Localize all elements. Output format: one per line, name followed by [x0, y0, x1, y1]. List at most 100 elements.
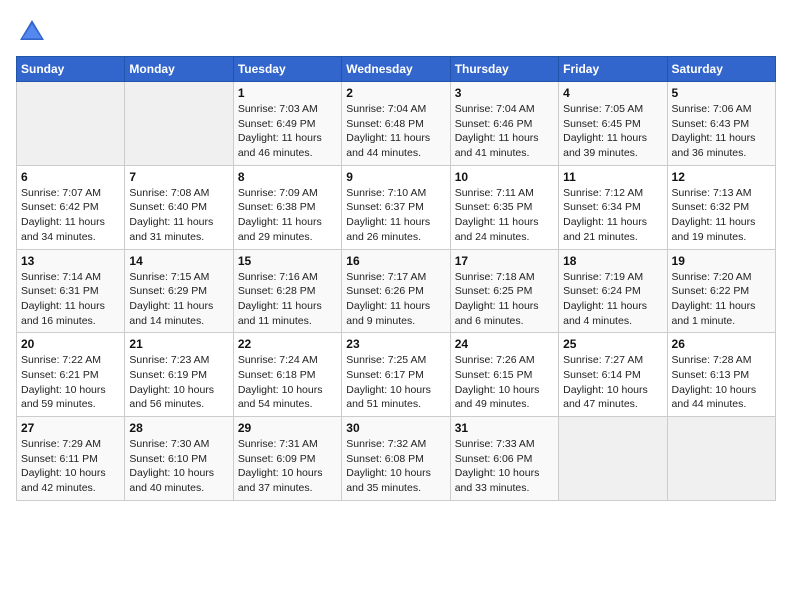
- calendar-cell: 14 Sunrise: 7:15 AMSunset: 6:29 PMDayligh…: [125, 249, 233, 333]
- calendar-cell: [667, 417, 775, 501]
- calendar-cell: 17 Sunrise: 7:18 AMSunset: 6:25 PMDayligh…: [450, 249, 558, 333]
- calendar-cell: 13 Sunrise: 7:14 AMSunset: 6:31 PMDayligh…: [17, 249, 125, 333]
- day-info: Sunrise: 7:29 AMSunset: 6:11 PMDaylight:…: [21, 437, 120, 496]
- calendar-cell: 23 Sunrise: 7:25 AMSunset: 6:17 PMDayligh…: [342, 333, 450, 417]
- day-number: 21: [129, 337, 228, 351]
- day-number: 7: [129, 170, 228, 184]
- page-header: [16, 16, 776, 48]
- day-info: Sunrise: 7:14 AMSunset: 6:31 PMDaylight:…: [21, 270, 120, 329]
- day-number: 2: [346, 86, 445, 100]
- day-number: 11: [563, 170, 662, 184]
- calendar-cell: 28 Sunrise: 7:30 AMSunset: 6:10 PMDayligh…: [125, 417, 233, 501]
- calendar-cell: 31 Sunrise: 7:33 AMSunset: 6:06 PMDayligh…: [450, 417, 558, 501]
- day-number: 12: [672, 170, 771, 184]
- calendar-cell: 18 Sunrise: 7:19 AMSunset: 6:24 PMDayligh…: [559, 249, 667, 333]
- calendar-cell: 6 Sunrise: 7:07 AMSunset: 6:42 PMDaylight…: [17, 165, 125, 249]
- calendar-cell: 4 Sunrise: 7:05 AMSunset: 6:45 PMDaylight…: [559, 82, 667, 166]
- day-info: Sunrise: 7:26 AMSunset: 6:15 PMDaylight:…: [455, 353, 554, 412]
- calendar-cell: 29 Sunrise: 7:31 AMSunset: 6:09 PMDayligh…: [233, 417, 341, 501]
- day-info: Sunrise: 7:03 AMSunset: 6:49 PMDaylight:…: [238, 102, 337, 161]
- day-number: 29: [238, 421, 337, 435]
- day-number: 10: [455, 170, 554, 184]
- calendar-cell: 22Sunrise: 7:24 AMSunset: 6:18 PMDayligh…: [233, 333, 341, 417]
- calendar-cell: 21Sunrise: 7:23 AMSunset: 6:19 PMDayligh…: [125, 333, 233, 417]
- day-number: 5: [672, 86, 771, 100]
- calendar-cell: 5 Sunrise: 7:06 AMSunset: 6:43 PMDaylight…: [667, 82, 775, 166]
- day-info: Sunrise: 7:04 AMSunset: 6:48 PMDaylight:…: [346, 102, 445, 161]
- day-number: 26: [672, 337, 771, 351]
- day-number: 9: [346, 170, 445, 184]
- logo-icon: [16, 16, 48, 48]
- calendar-cell: 16Sunrise: 7:17 AMSunset: 6:26 PMDayligh…: [342, 249, 450, 333]
- column-header-thursday: Thursday: [450, 57, 558, 82]
- calendar-cell: 30 Sunrise: 7:32 AMSunset: 6:08 PMDayligh…: [342, 417, 450, 501]
- calendar-cell: 11 Sunrise: 7:12 AMSunset: 6:34 PMDayligh…: [559, 165, 667, 249]
- day-info: Sunrise: 7:11 AMSunset: 6:35 PMDaylight:…: [455, 186, 554, 245]
- day-info: Sunrise: 7:32 AMSunset: 6:08 PMDaylight:…: [346, 437, 445, 496]
- day-number: 31: [455, 421, 554, 435]
- day-number: 24: [455, 337, 554, 351]
- column-header-saturday: Saturday: [667, 57, 775, 82]
- column-header-wednesday: Wednesday: [342, 57, 450, 82]
- column-header-tuesday: Tuesday: [233, 57, 341, 82]
- calendar-cell: 27 Sunrise: 7:29 AMSunset: 6:11 PMDayligh…: [17, 417, 125, 501]
- day-info: Sunrise: 7:13 AMSunset: 6:32 PMDaylight:…: [672, 186, 771, 245]
- calendar-cell: 3 Sunrise: 7:04 AMSunset: 6:46 PMDaylight…: [450, 82, 558, 166]
- calendar-cell: 12 Sunrise: 7:13 AMSunset: 6:32 PMDayligh…: [667, 165, 775, 249]
- day-number: 13: [21, 254, 120, 268]
- day-info: Sunrise: 7:15 AMSunset: 6:29 PMDaylight:…: [129, 270, 228, 329]
- day-info: Sunrise: 7:09 AMSunset: 6:38 PMDaylight:…: [238, 186, 337, 245]
- column-header-sunday: Sunday: [17, 57, 125, 82]
- calendar-table: SundayMondayTuesdayWednesdayThursdayFrid…: [16, 56, 776, 501]
- calendar-cell: 9 Sunrise: 7:10 AMSunset: 6:37 PMDaylight…: [342, 165, 450, 249]
- day-info: Sunrise: 7:12 AMSunset: 6:34 PMDaylight:…: [563, 186, 662, 245]
- column-header-monday: Monday: [125, 57, 233, 82]
- calendar-cell: 2 Sunrise: 7:04 AMSunset: 6:48 PMDaylight…: [342, 82, 450, 166]
- column-header-friday: Friday: [559, 57, 667, 82]
- day-info: Sunrise: 7:25 AMSunset: 6:17 PMDaylight:…: [346, 353, 445, 412]
- day-number: 4: [563, 86, 662, 100]
- day-number: 6: [21, 170, 120, 184]
- day-number: 8: [238, 170, 337, 184]
- day-number: 1: [238, 86, 337, 100]
- day-info: Sunrise: 7:20 AMSunset: 6:22 PMDaylight:…: [672, 270, 771, 329]
- day-info: Sunrise: 7:10 AMSunset: 6:37 PMDaylight:…: [346, 186, 445, 245]
- day-info: Sunrise: 7:28 AMSunset: 6:13 PMDaylight:…: [672, 353, 771, 412]
- calendar-cell: 8 Sunrise: 7:09 AMSunset: 6:38 PMDaylight…: [233, 165, 341, 249]
- day-number: 20: [21, 337, 120, 351]
- day-info: Sunrise: 7:05 AMSunset: 6:45 PMDaylight:…: [563, 102, 662, 161]
- calendar-cell: [559, 417, 667, 501]
- day-info: Sunrise: 7:16 AMSunset: 6:28 PMDaylight:…: [238, 270, 337, 329]
- calendar-cell: [17, 82, 125, 166]
- calendar-cell: 19Sunrise: 7:20 AMSunset: 6:22 PMDayligh…: [667, 249, 775, 333]
- day-number: 15: [238, 254, 337, 268]
- calendar-cell: 24 Sunrise: 7:26 AMSunset: 6:15 PMDayligh…: [450, 333, 558, 417]
- day-info: Sunrise: 7:22 AMSunset: 6:21 PMDaylight:…: [21, 353, 120, 412]
- day-info: Sunrise: 7:18 AMSunset: 6:25 PMDaylight:…: [455, 270, 554, 329]
- day-number: 14: [129, 254, 228, 268]
- day-info: Sunrise: 7:19 AMSunset: 6:24 PMDaylight:…: [563, 270, 662, 329]
- day-number: 23: [346, 337, 445, 351]
- day-number: 27: [21, 421, 120, 435]
- calendar-cell: 25Sunrise: 7:27 AMSunset: 6:14 PMDayligh…: [559, 333, 667, 417]
- day-number: 25: [563, 337, 662, 351]
- calendar-cell: [125, 82, 233, 166]
- calendar-cell: 10 Sunrise: 7:11 AMSunset: 6:35 PMDayligh…: [450, 165, 558, 249]
- day-number: 3: [455, 86, 554, 100]
- day-info: Sunrise: 7:33 AMSunset: 6:06 PMDaylight:…: [455, 437, 554, 496]
- day-number: 17: [455, 254, 554, 268]
- calendar-cell: 15 Sunrise: 7:16 AMSunset: 6:28 PMDayligh…: [233, 249, 341, 333]
- day-number: 30: [346, 421, 445, 435]
- day-info: Sunrise: 7:06 AMSunset: 6:43 PMDaylight:…: [672, 102, 771, 161]
- calendar-cell: 26 Sunrise: 7:28 AMSunset: 6:13 PMDayligh…: [667, 333, 775, 417]
- day-info: Sunrise: 7:08 AMSunset: 6:40 PMDaylight:…: [129, 186, 228, 245]
- day-info: Sunrise: 7:31 AMSunset: 6:09 PMDaylight:…: [238, 437, 337, 496]
- day-info: Sunrise: 7:30 AMSunset: 6:10 PMDaylight:…: [129, 437, 228, 496]
- day-info: Sunrise: 7:17 AMSunset: 6:26 PMDaylight:…: [346, 270, 445, 329]
- day-info: Sunrise: 7:04 AMSunset: 6:46 PMDaylight:…: [455, 102, 554, 161]
- day-info: Sunrise: 7:07 AMSunset: 6:42 PMDaylight:…: [21, 186, 120, 245]
- day-number: 28: [129, 421, 228, 435]
- day-number: 18: [563, 254, 662, 268]
- day-number: 22: [238, 337, 337, 351]
- logo: [16, 16, 52, 48]
